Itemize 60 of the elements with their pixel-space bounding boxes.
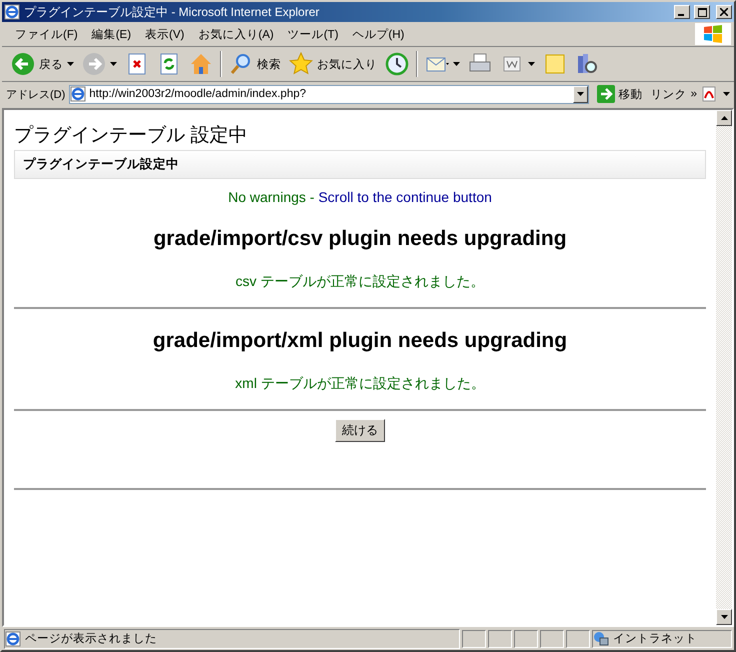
menu-item[interactable]: ファイル(F) — [8, 26, 85, 42]
window-title: プラグインテーブル設定中 - Microsoft Internet Explorer — [24, 4, 320, 20]
go-arrow-icon — [596, 85, 615, 103]
caret-icon — [528, 62, 535, 66]
menu-item[interactable]: ヘルプ(H) — [345, 26, 412, 42]
history-icon — [385, 52, 409, 76]
scroll-down-button[interactable] — [716, 609, 732, 625]
home-icon — [189, 52, 213, 76]
address-label: アドレス(D) — [6, 88, 66, 102]
close-icon — [720, 8, 728, 16]
page-icon — [70, 86, 86, 102]
page-icon — [5, 630, 21, 646]
down-arrow-icon — [720, 615, 728, 619]
continue-button[interactable]: 続ける — [335, 419, 385, 442]
back-button[interactable]: 戻る — [8, 49, 77, 79]
network-icon — [593, 630, 609, 646]
address-field[interactable]: http://win2003r2/moodle/admin/index.php? — [69, 84, 589, 104]
zone-panel: イントラネット — [592, 630, 732, 648]
status-panel: ページが表示されました — [4, 628, 460, 648]
status-pane — [462, 630, 486, 648]
status-pane — [488, 630, 512, 648]
close-button[interactable] — [716, 5, 732, 19]
star-icon — [289, 52, 313, 76]
browser-icon — [4, 4, 20, 20]
caret-icon — [723, 92, 730, 96]
section-title: grade/import/xml plugin needs upgrading — [152, 329, 568, 353]
status-pane — [540, 630, 564, 648]
warning-notice: No warnings - Scroll to the continue button — [227, 189, 493, 205]
search-icon — [229, 52, 253, 76]
search-button[interactable]: 検索 — [226, 49, 284, 79]
minimize-button[interactable] — [674, 5, 690, 19]
menu-item[interactable]: お気に入り(A) — [191, 26, 281, 42]
books-icon — [575, 52, 599, 76]
success-message: xml テーブルが正常に設定されました。 — [234, 375, 486, 393]
menu-item[interactable]: 表示(V) — [138, 26, 192, 42]
status-pane — [566, 630, 590, 648]
note-icon — [543, 52, 567, 76]
scrollbar[interactable] — [716, 110, 732, 625]
windows-logo — [695, 23, 731, 45]
page-heading: プラグインテーブル 設定中 — [14, 124, 248, 148]
caret-icon — [576, 92, 584, 96]
dropdown-button[interactable] — [572, 86, 588, 102]
box-title: プラグインテーブル設定中 — [14, 150, 706, 179]
caret-icon — [453, 62, 460, 66]
go-button[interactable]: 移動 — [592, 85, 647, 103]
links-label[interactable]: リンク — [650, 86, 687, 102]
continue-link[interactable]: Scroll to the continue button — [318, 189, 492, 205]
more-links-button[interactable]: » — [690, 88, 697, 100]
caret-icon — [110, 62, 117, 66]
menu-item[interactable]: 編集(E) — [84, 26, 138, 42]
section-title: grade/import/csv plugin needs upgrading — [152, 227, 568, 251]
scroll-up-button[interactable] — [716, 110, 732, 126]
success-message: csv テーブルが正常に設定されました。 — [234, 273, 486, 291]
menu-item[interactable]: ツール(T) — [280, 26, 346, 42]
maximize-icon — [698, 8, 706, 16]
favorites-button[interactable]: お気に入り — [286, 49, 380, 79]
maximize-button[interactable] — [694, 5, 710, 19]
caret-icon — [67, 62, 74, 66]
up-arrow-icon — [720, 116, 728, 120]
status-pane — [514, 630, 538, 648]
